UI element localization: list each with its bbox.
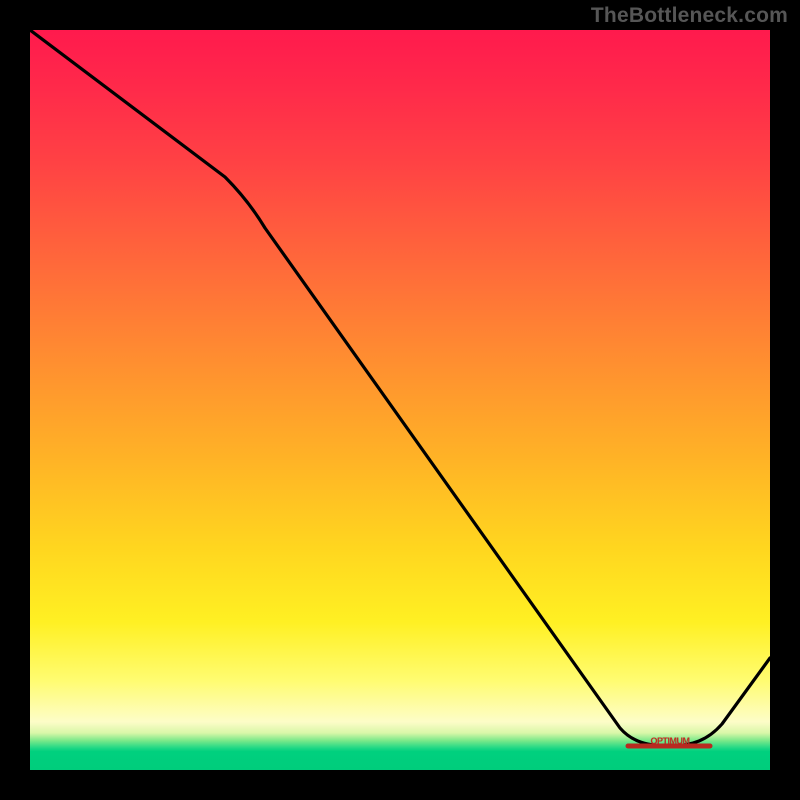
valley-marker-label: OPTIMUM xyxy=(651,736,690,746)
frame-right xyxy=(770,0,800,800)
chart-plot-background xyxy=(30,30,770,770)
watermark-text: TheBottleneck.com xyxy=(591,4,788,28)
frame-left xyxy=(0,0,30,800)
frame-bottom xyxy=(0,770,800,800)
chart-stage: OPTIMUM TheBottleneck.com xyxy=(0,0,800,800)
